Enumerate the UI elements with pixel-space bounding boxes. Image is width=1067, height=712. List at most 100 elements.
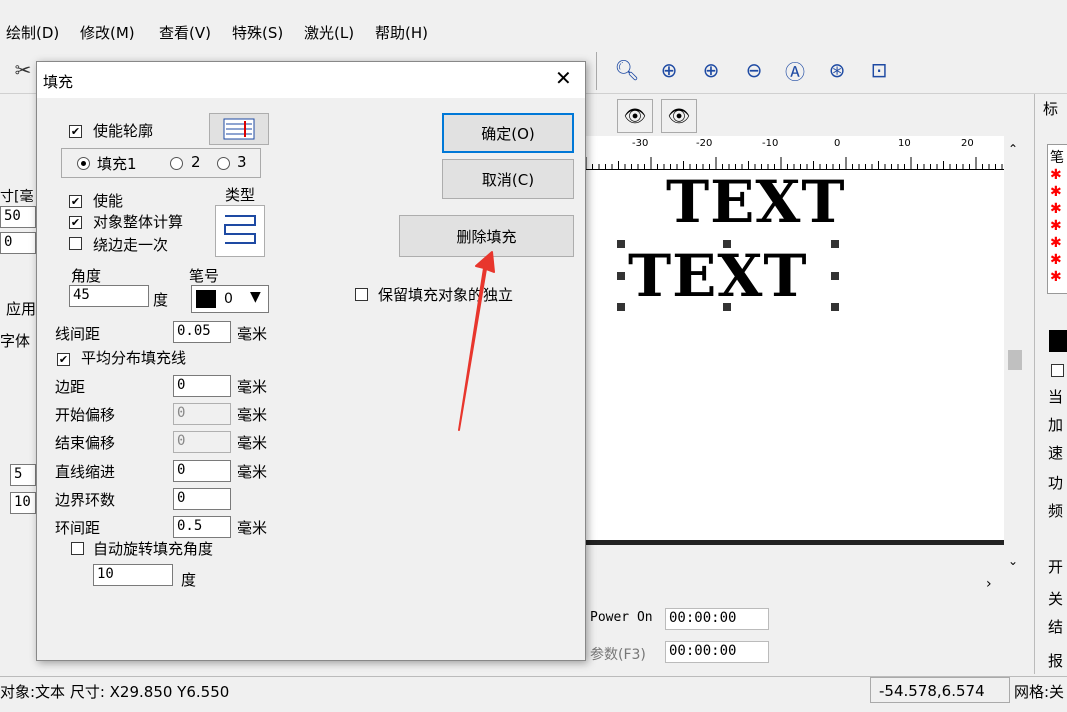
pen-list[interactable]: 笔 ✱ ✱ ✱ ✱ ✱ ✱ ✱	[1047, 144, 1067, 294]
zoom-out-icon[interactable]: ⊖	[737, 53, 771, 87]
status-bar: 对象:文本 尺寸: X29.850 Y6.550 -54.578,6.574 网…	[0, 676, 1067, 704]
selection-handle[interactable]	[617, 272, 625, 280]
enable-outline-checkbox[interactable]: ✔	[69, 123, 82, 139]
menu-help[interactable]: 帮助(H)	[375, 22, 428, 43]
end-offset-input: 0	[173, 431, 231, 453]
selection-handle[interactable]	[831, 272, 839, 280]
fill-radio-group	[61, 148, 261, 178]
vertical-scrollbar[interactable]: ⌃ ⌄	[1004, 140, 1028, 572]
pen-list-header: 笔	[1050, 150, 1064, 166]
menu-view[interactable]: 查看(V)	[159, 22, 211, 43]
loop-spacing-input[interactable]: 0.5	[173, 516, 231, 538]
fill-type-button[interactable]	[215, 205, 265, 257]
zoom-pan-icon[interactable]: ⊕	[652, 53, 686, 87]
scroll-down-icon[interactable]: ⌄	[1008, 554, 1018, 568]
cancel-button[interactable]: 取消(C)	[442, 159, 574, 199]
fill3-radio[interactable]	[217, 157, 230, 174]
selection-handle[interactable]	[723, 303, 731, 311]
menu-special[interactable]: 特殊(S)	[232, 22, 283, 43]
scroll-right-icon[interactable]: ›	[986, 576, 992, 592]
scissors-icon[interactable]: ✂	[6, 53, 40, 87]
eye-icon[interactable]: 👁︎	[661, 99, 697, 133]
zoom-object-icon[interactable]: ⊡	[862, 53, 896, 87]
margin-input[interactable]: 0	[173, 375, 231, 397]
line-indent-input[interactable]: 0	[173, 460, 231, 482]
size-label: 寸[毫	[0, 189, 34, 205]
whole-object-checkbox[interactable]: ✔	[69, 214, 82, 230]
keep-independent-checkbox[interactable]	[355, 288, 368, 305]
outline-settings-button[interactable]	[209, 113, 269, 145]
ok-button[interactable]: 确定(O)	[442, 113, 574, 153]
canvas-text-object[interactable]: TEXT	[666, 168, 846, 236]
angle-unit: 度	[153, 291, 169, 309]
close-icon[interactable]: ✕	[555, 66, 572, 90]
zoom-icon[interactable]: 🔍︎	[610, 53, 644, 87]
selection-handle[interactable]	[723, 240, 731, 248]
param-label-add: 加	[1048, 416, 1064, 434]
menu-laser[interactable]: 激光(L)	[304, 22, 354, 43]
size-x-input[interactable]: 50	[0, 206, 36, 228]
delete-fill-button[interactable]: 删除填充	[399, 215, 574, 257]
fill1-label: 填充1	[97, 155, 137, 173]
pen-markers: ✱ ✱ ✱ ✱ ✱ ✱ ✱	[1050, 167, 1062, 285]
param-label-on: 开	[1048, 558, 1064, 576]
angle-input[interactable]: 45	[69, 285, 149, 307]
status-object-info: 对象:文本 尺寸: X29.850 Y6.550	[0, 683, 230, 701]
zoom-in-icon[interactable]: ⊕	[694, 53, 728, 87]
menu-modify[interactable]: 修改(M)	[80, 22, 135, 43]
param-label-speed: 速	[1048, 444, 1064, 462]
fill2-radio[interactable]	[170, 157, 183, 174]
avg-distribute-label: 平均分布填充线	[81, 349, 187, 367]
selection-handle[interactable]	[831, 303, 839, 311]
border-loops-input[interactable]: 0	[173, 488, 231, 510]
angle-label: 角度	[71, 267, 102, 285]
canvas-text-object-selected[interactable]: TEXT	[628, 242, 808, 310]
params-button[interactable]: 参数(F3)	[590, 644, 646, 664]
zoom-all-icon[interactable]: Ⓐ	[778, 53, 812, 87]
start-offset-input: 0	[173, 403, 231, 425]
selection-handle[interactable]	[617, 303, 625, 311]
selection-handle[interactable]	[617, 240, 625, 248]
left-input-a[interactable]: 5	[10, 464, 36, 486]
left-input-b[interactable]: 10	[10, 492, 36, 514]
pen-select[interactable]: 0 ▼	[191, 285, 269, 313]
rotate-angle-unit: 度	[181, 571, 197, 589]
enable-label: 使能	[93, 192, 124, 210]
avg-distribute-checkbox[interactable]: ✔	[57, 351, 70, 367]
menu-draw[interactable]: 绘制(D)	[6, 22, 59, 43]
fill1-radio[interactable]	[77, 157, 90, 174]
chevron-down-icon[interactable]: ▼	[250, 289, 261, 305]
around-once-checkbox[interactable]	[69, 237, 82, 254]
fill3-label: 3	[237, 153, 247, 171]
selection-handle[interactable]	[831, 240, 839, 248]
ruler-label: -20	[696, 138, 713, 149]
param-label-freq: 频	[1048, 502, 1064, 520]
enable-checkbox[interactable]: ✔	[69, 193, 82, 209]
rotate-angle-input[interactable]: 10	[93, 564, 173, 586]
param-checkbox[interactable]	[1051, 364, 1064, 381]
eye-icon[interactable]: 👁︎	[617, 99, 653, 133]
pen-color-swatch[interactable]	[1049, 330, 1067, 352]
fill2-label: 2	[191, 153, 201, 171]
apply-button[interactable]: 应用	[6, 298, 36, 319]
end-offset-label: 结束偏移	[55, 434, 116, 452]
border-loops-label: 边界环数	[55, 491, 116, 509]
start-offset-label: 开始偏移	[55, 406, 116, 424]
line-indent-label: 直线缩进	[55, 463, 116, 481]
auto-rotate-checkbox[interactable]	[71, 542, 84, 559]
param-label-current: 当	[1048, 388, 1064, 406]
line-spacing-input[interactable]: 0.05	[173, 321, 231, 343]
zoom-selection-icon[interactable]: ⊛	[820, 53, 854, 87]
pen-color-swatch	[196, 290, 216, 308]
horizontal-ruler: -30 -20 -10 0 10 20	[585, 136, 1004, 170]
scroll-up-icon[interactable]: ⌃	[1008, 142, 1018, 156]
hatch-pattern-icon	[223, 118, 255, 140]
dialog-title: 填充	[43, 73, 74, 91]
scrollbar-thumb[interactable]	[1008, 350, 1022, 370]
size-y-input[interactable]: 0	[0, 232, 36, 254]
ruler-label: -30	[632, 138, 649, 149]
font-label: 字体	[0, 332, 31, 350]
menu-bar: 绘制(D) 修改(M) 查看(V) 特殊(S) 激光(L) 帮助(H)	[0, 0, 1067, 46]
power-on-label: Power On	[590, 610, 653, 625]
status-coords: -54.578,6.574	[870, 677, 1010, 703]
